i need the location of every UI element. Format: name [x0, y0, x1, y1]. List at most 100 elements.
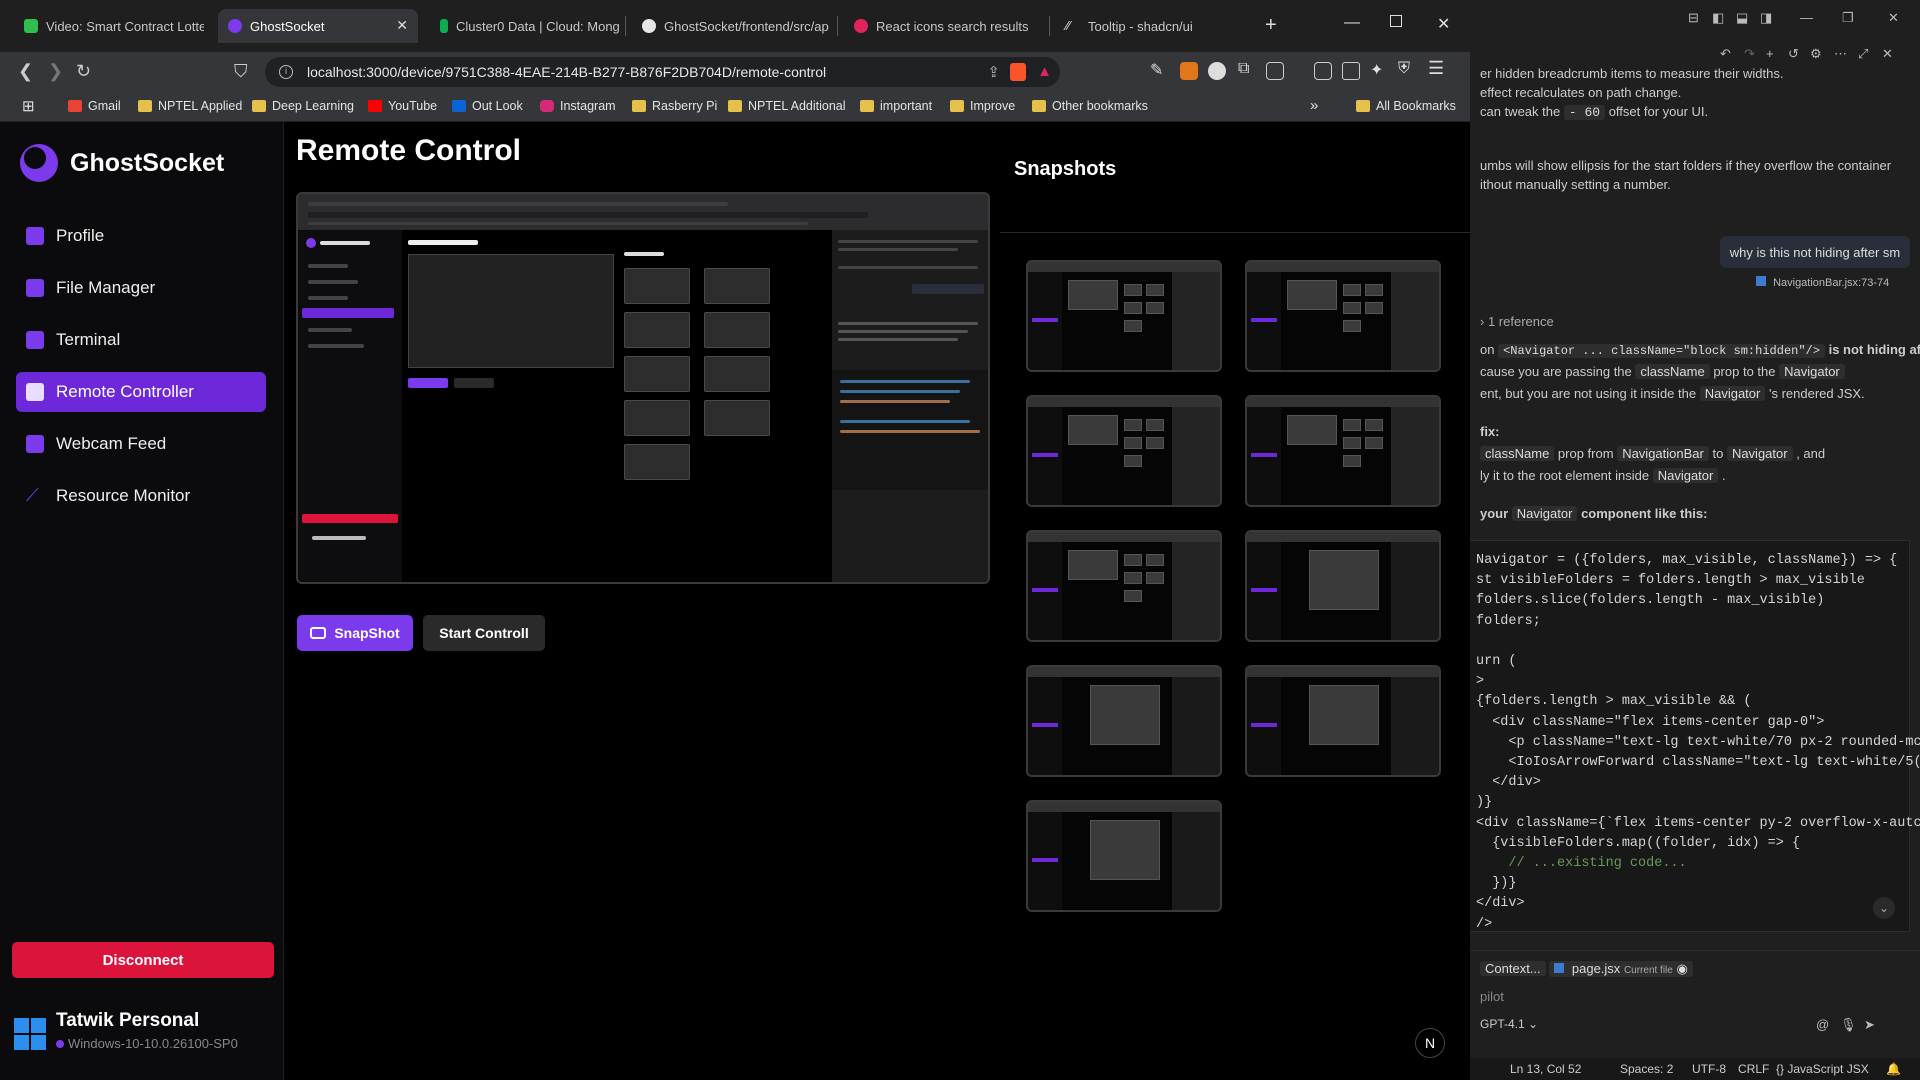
- eyedropper-icon[interactable]: ✎: [1150, 60, 1168, 79]
- snapshot-thumbnail[interactable]: [1026, 395, 1222, 507]
- bookmark-important[interactable]: important: [860, 99, 932, 113]
- wallet-icon[interactable]: [1342, 62, 1360, 80]
- bookmark-icon[interactable]: ⛉: [234, 61, 248, 82]
- url-bar[interactable]: i localhost:3000/device/9751C388-4EAE-21…: [265, 57, 1060, 87]
- snapshot-thumbnail[interactable]: [1245, 665, 1441, 777]
- brave-rewards-icon[interactable]: ▲: [1037, 63, 1052, 80]
- sidebar-item-remote-controller[interactable]: Remote Controller: [16, 372, 266, 412]
- panel-toggle-icon[interactable]: ⬓: [1736, 10, 1748, 26]
- current-file-chip[interactable]: page.jsx Current file ◉: [1549, 961, 1693, 977]
- reference-tag[interactable]: NavigationBar.jsx:73-74: [1756, 276, 1889, 289]
- sidebar-item-profile[interactable]: Profile: [16, 216, 266, 256]
- mention-icon[interactable]: @: [1816, 1017, 1829, 1032]
- bookmark-deep-learning[interactable]: Deep Learning: [252, 99, 354, 113]
- snapshot-thumbnail[interactable]: [1245, 530, 1441, 642]
- bookmarks-overflow-icon[interactable]: »: [1310, 97, 1318, 114]
- layout-icon[interactable]: ⊟: [1688, 10, 1699, 26]
- snapshot-thumbnail[interactable]: [1026, 665, 1222, 777]
- dev-tools-badge[interactable]: N: [1415, 1028, 1445, 1058]
- metamask-icon[interactable]: [1180, 62, 1198, 80]
- bookmark-outlook[interactable]: Out Look: [452, 99, 523, 113]
- snapshot-thumbnail[interactable]: [1245, 395, 1441, 507]
- scroll-down-icon[interactable]: ⌄: [1873, 897, 1895, 919]
- close-tab-icon[interactable]: ✕: [396, 17, 408, 34]
- forward-icon[interactable]: ❯: [48, 61, 63, 82]
- model-picker[interactable]: GPT-4.1 ⌄: [1480, 1017, 1538, 1031]
- tab-mongo[interactable]: Cluster0 Data | Cloud: Mongo: [430, 9, 620, 43]
- history-icon[interactable]: ↺: [1788, 46, 1799, 62]
- all-bookmarks[interactable]: All Bookmarks: [1356, 99, 1456, 113]
- back-icon[interactable]: ❮: [18, 61, 33, 82]
- sidebar-toggle-icon[interactable]: [1314, 62, 1332, 80]
- tab-ghostsocket[interactable]: GhostSocket ✕: [218, 9, 418, 43]
- snapshot-thumbnail[interactable]: [1026, 530, 1222, 642]
- tab-react-icons[interactable]: React icons search results: [844, 9, 1044, 43]
- tab-video[interactable]: Video: Smart Contract Lottery: [14, 9, 204, 43]
- restore-icon[interactable]: ❐: [1842, 10, 1854, 26]
- close-window-icon[interactable]: ✕: [1437, 14, 1450, 34]
- minimize-icon[interactable]: —: [1344, 14, 1360, 32]
- encoding[interactable]: UTF-8: [1692, 1062, 1726, 1076]
- start-control-button[interactable]: Start Controll: [423, 615, 545, 651]
- bookmark-rasberry-pi[interactable]: Rasberry Pi: [632, 99, 717, 113]
- bookmark-nptel-applied[interactable]: NPTEL Applied: [138, 99, 242, 113]
- settings-icon[interactable]: ⚙: [1810, 46, 1822, 62]
- share-icon[interactable]: ⇪: [987, 63, 1000, 81]
- disconnect-button[interactable]: Disconnect: [12, 942, 274, 978]
- snapshot-thumbnail[interactable]: [1026, 800, 1222, 912]
- maximize-icon[interactable]: [1390, 15, 1402, 27]
- eye-icon[interactable]: ◉: [1676, 961, 1687, 976]
- extension-icon[interactable]: [1208, 62, 1226, 80]
- snapshot-thumbnail[interactable]: [1245, 260, 1441, 372]
- reference-count[interactable]: › 1 reference: [1480, 314, 1554, 329]
- sidebar-item-resource-monitor[interactable]: ⟋ Resource Monitor: [16, 476, 266, 516]
- send-icon[interactable]: ➤: [1864, 1017, 1875, 1033]
- sidebar-item-webcam-feed[interactable]: Webcam Feed: [16, 424, 266, 464]
- more-icon[interactable]: ⋯: [1834, 46, 1847, 62]
- bookmark-youtube[interactable]: YouTube: [368, 99, 437, 113]
- cursor-position[interactable]: Ln 13, Col 52: [1510, 1062, 1581, 1076]
- bookmark-gmail[interactable]: Gmail: [68, 99, 121, 113]
- puzzle-icon[interactable]: ⧉: [1238, 60, 1256, 78]
- sidebar-item-terminal[interactable]: Terminal: [16, 320, 266, 360]
- brand[interactable]: GhostSocket: [20, 144, 224, 182]
- chat-input[interactable]: pilot: [1480, 989, 1504, 1004]
- tab-search-icon[interactable]: [1266, 62, 1284, 80]
- new-chat-icon[interactable]: +: [1766, 46, 1774, 61]
- chat-text-part: offset for your UI.: [1608, 104, 1709, 119]
- new-tab-icon[interactable]: +: [1265, 14, 1277, 37]
- brave-shields-icon[interactable]: [1010, 63, 1026, 81]
- language-mode[interactable]: {} JavaScript JSX: [1776, 1062, 1869, 1076]
- sidebar-item-file-manager[interactable]: File Manager: [16, 268, 266, 308]
- line-ending[interactable]: CRLF: [1738, 1062, 1769, 1076]
- snapshot-button[interactable]: SnapShot: [297, 615, 413, 651]
- bookmark-nptel-additional[interactable]: NPTEL Additional: [728, 99, 846, 113]
- menu-icon[interactable]: ☰: [1428, 58, 1446, 78]
- add-context-button[interactable]: Context...: [1480, 961, 1546, 976]
- code-block[interactable]: Navigator = ({folders, max_visible, clas…: [1470, 540, 1920, 932]
- bell-icon[interactable]: 🔔: [1886, 1062, 1901, 1076]
- remote-screen-view[interactable]: [296, 192, 990, 584]
- tab-github[interactable]: GhostSocket/frontend/src/ap: [632, 9, 832, 43]
- site-info-icon[interactable]: i: [279, 65, 293, 79]
- bookmark-improve[interactable]: Improve: [950, 99, 1015, 113]
- reload-icon[interactable]: ↻: [76, 61, 91, 82]
- close-icon[interactable]: ✕: [1882, 46, 1893, 62]
- bookmark-other[interactable]: Other bookmarks: [1032, 99, 1148, 113]
- bookmark-instagram[interactable]: Instagram: [540, 99, 616, 113]
- maximize-icon[interactable]: ⤢: [1858, 46, 1868, 62]
- close-window-icon[interactable]: ✕: [1888, 10, 1899, 26]
- indentation[interactable]: Spaces: 2: [1620, 1062, 1673, 1076]
- tab-shadcn[interactable]: ⁄⁄ Tooltip - shadcn/ui: [1056, 9, 1256, 43]
- snapshot-thumbnail[interactable]: [1026, 260, 1222, 372]
- vpn-icon[interactable]: ⛨: [1398, 60, 1416, 78]
- undo-icon[interactable]: ↶: [1720, 46, 1731, 62]
- code-chip: <Navigator ... className="block sm:hidde…: [1498, 344, 1825, 358]
- minimize-icon[interactable]: —: [1800, 10, 1813, 25]
- sidebar-toggle-icon[interactable]: ◧: [1712, 10, 1724, 26]
- apps-grid-icon[interactable]: ⊞: [22, 97, 35, 115]
- secondary-sidebar-icon[interactable]: ◨: [1760, 10, 1772, 26]
- leo-ai-icon[interactable]: ✦: [1370, 60, 1388, 79]
- redo-icon[interactable]: ↷: [1744, 46, 1755, 62]
- microphone-icon[interactable]: 🎙: [1840, 1017, 1857, 1033]
